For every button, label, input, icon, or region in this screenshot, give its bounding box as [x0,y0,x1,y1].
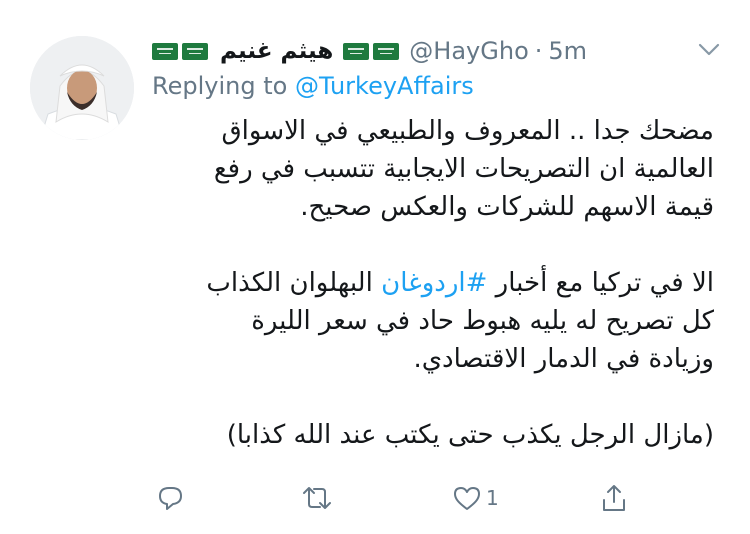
display-name[interactable]: هيثم غنيم [220,38,333,64]
hashtag-link[interactable]: #اردوغان [381,268,487,298]
replying-to: Replying to @TurkeyAffairs [152,72,474,100]
tweet-header: هيثم غنيم @HayGho · 5m [152,34,726,68]
tweet-text-segment: البهلوان الكذاب [206,268,382,298]
saudi-flag-icon [152,42,178,60]
saudi-flag-icon [343,42,370,60]
reply-button[interactable] [156,478,184,518]
replying-to-label: Replying to [152,72,288,100]
user-handle[interactable]: @HayGho [409,37,528,65]
tweet-line: العالمية ان التصريحات الايجابية تتسبب في… [213,154,714,184]
tweet-line: كل تصريح له يليه هبوط حاد في سعر الليرة [251,306,714,336]
saudi-flag-icon [182,42,208,60]
avatar[interactable] [30,36,134,140]
saudi-flag-icon [373,42,400,60]
tweet-actions: 1 [140,478,660,518]
like-button[interactable]: 1 [452,478,499,518]
retweet-icon [303,487,331,509]
reply-icon [159,487,182,510]
share-button[interactable] [600,478,628,518]
replying-to-mention[interactable]: @TurkeyAffairs [295,72,474,100]
heart-icon [454,487,480,510]
share-icon [603,485,625,511]
tweet: هيثم غنيم @HayGho · 5m Replying to @Turk… [0,0,750,534]
tweet-text-segment: الا في تركيا مع أخبار [487,268,714,298]
tweet-text: مضحك جدا .. المعروف والطبيعي في الاسواق … [150,112,714,454]
chevron-down-icon[interactable] [698,42,720,61]
dot-separator: · [534,37,543,65]
tweet-line: وزيادة في الدمار الاقتصادي. [413,344,714,374]
tweet-line: مضحك جدا .. المعروف والطبيعي في الاسواق [221,116,714,146]
retweet-button[interactable] [300,478,334,518]
tweet-line: (مازال الرجل يكذب حتى يكتب عند الله كذاب… [226,420,714,450]
tweet-line: الا في تركيا مع أخبار #اردوغان البهلوان … [150,264,714,302]
tweet-line: قيمة الاسهم للشركات والعكس صحيح. [300,192,714,222]
tweet-time[interactable]: 5m [548,37,587,65]
like-count: 1 [486,486,499,510]
